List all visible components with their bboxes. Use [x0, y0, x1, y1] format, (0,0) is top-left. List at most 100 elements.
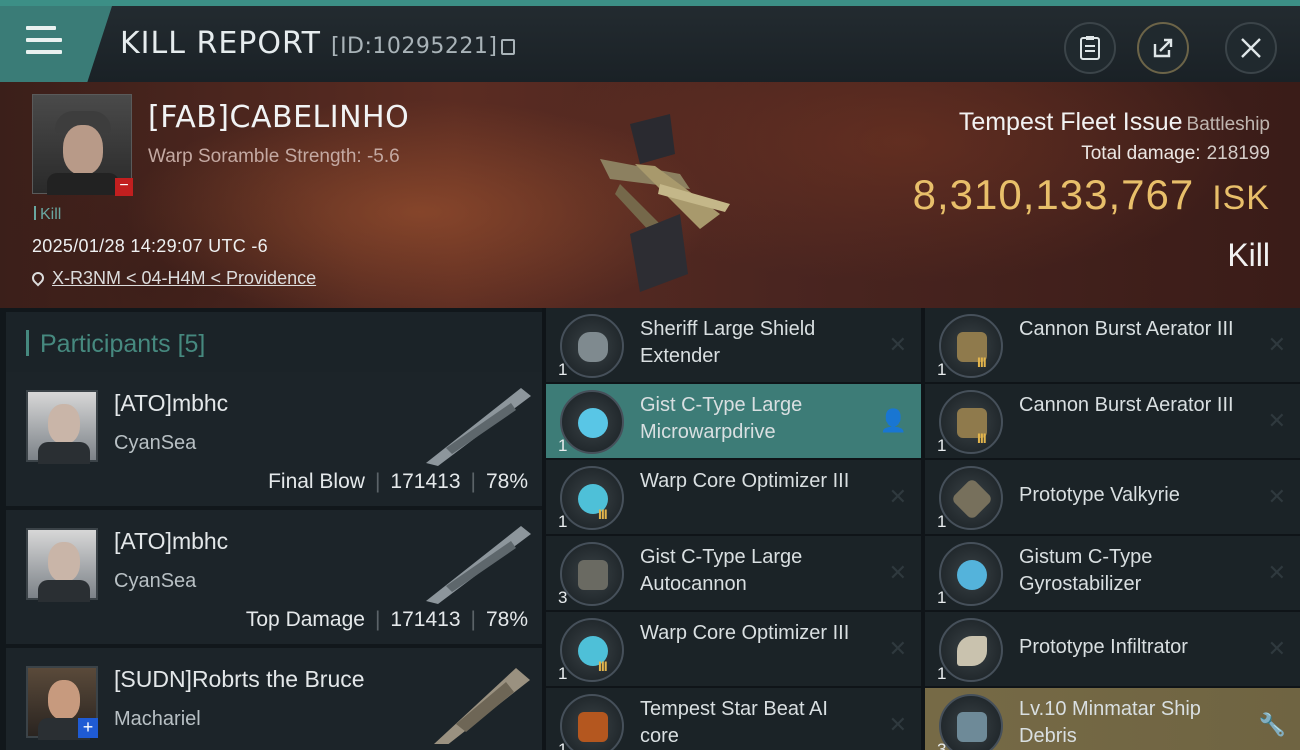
participant-name: [SUDN]Robrts the Bruce	[114, 666, 365, 692]
tech-level: III	[977, 354, 987, 370]
tech-level: III	[598, 658, 608, 674]
clipboard-icon	[1080, 36, 1100, 60]
isk-value: 8,310,133,767 ISK	[912, 171, 1270, 218]
ship-debris-icon	[939, 694, 1003, 750]
participant-row[interactable]: [ATO]mbhc CyanSea Final Blow | 171413 | 78%	[6, 372, 542, 506]
location-pin-icon	[29, 269, 47, 287]
item-row[interactable]: 3 Gist C-Type Large Autocannon ✕	[546, 536, 921, 610]
avatar[interactable]	[26, 390, 98, 464]
item-name: Tempest Star Beat AI core	[640, 698, 828, 747]
item-name: Prototype Valkyrie	[1019, 484, 1180, 506]
autocannon-icon	[560, 542, 624, 606]
ship-summary: Tempest Fleet Issue Battleship Total dama…	[913, 108, 1270, 274]
item-row[interactable]: 1 III Cannon Burst Aerator III ✕	[925, 384, 1300, 458]
cannon-aerator-icon	[939, 390, 1003, 454]
item-quantity: 3	[937, 740, 947, 750]
item-row[interactable]: 1 Tempest Star Beat AI core ✕	[546, 688, 921, 750]
kill-timestamp: 2025/01/28 14:29:07 UTC -6	[32, 236, 268, 256]
item-name: Sheriff Large Shield Extender	[640, 318, 816, 367]
victim-subtitle: Warp Soramble Strength: -5.6	[148, 146, 400, 167]
item-row[interactable]: 3 Lv.10 Minmatar Ship Debris 🔧	[925, 688, 1300, 750]
ally-badge: +	[78, 718, 98, 738]
item-name: Prototype Infiltrator	[1019, 636, 1188, 658]
destroyed-icon: ✕	[1267, 484, 1286, 509]
hostile-badge: −	[115, 178, 133, 196]
wrench-icon[interactable]: 🔧	[1259, 712, 1286, 738]
item-quantity: 1	[558, 436, 568, 455]
destroyed-icon: ✕	[1267, 408, 1286, 433]
kill-tag: Kill	[34, 206, 61, 224]
participants-panel: Participants [5] [ATO]mbhc CyanSea Final…	[0, 308, 542, 750]
participant-stats: Final Blow | 171413 | 78%	[268, 470, 528, 493]
close-button[interactable]	[1225, 22, 1277, 74]
drone-icon	[939, 466, 1003, 530]
page-title: KILL REPORT [ID:10295221]	[120, 26, 516, 61]
item-quantity: 1	[937, 588, 947, 607]
header-bar: KILL REPORT [ID:10295221]	[0, 0, 1300, 82]
share-button[interactable]	[1137, 22, 1189, 74]
item-row[interactable]: 1 Gist C-Type Large Microwarpdrive 👤	[546, 384, 921, 458]
destroyed-icon: ✕	[1267, 636, 1286, 661]
participant-name: [ATO]mbhc	[114, 390, 229, 416]
person-icon: 👤	[879, 408, 907, 433]
destroyed-icon: ✕	[1267, 560, 1286, 585]
item-name: Gist C-Type Large Autocannon	[640, 546, 803, 595]
item-name: Gistum C-Type Gyrostabilizer	[1019, 546, 1153, 595]
item-row[interactable]: 1 III Warp Core Optimizer III ✕	[546, 460, 921, 534]
participant-row[interactable]: + [SUDN]Robrts the Bruce Machariel	[6, 648, 542, 750]
participant-row[interactable]: [ATO]mbhc CyanSea Top Damage | 171413 | 78%	[6, 510, 542, 644]
menu-icon	[26, 26, 62, 54]
item-name: Warp Core Optimizer III	[640, 470, 850, 492]
item-name: Cannon Burst Aerator III	[1019, 394, 1234, 416]
close-icon	[1241, 38, 1261, 58]
menu-button[interactable]	[0, 6, 112, 82]
destroyed-icon: ✕	[888, 636, 907, 661]
destroyed-icon: ✕	[888, 332, 907, 357]
item-quantity: 1	[558, 360, 568, 379]
item-name: Cannon Burst Aerator III	[1019, 318, 1234, 340]
ship-icon	[426, 388, 531, 466]
participant-name: [ATO]mbhc	[114, 528, 229, 554]
item-grid: 1 Sheriff Large Shield Extender ✕ 1 Gist…	[546, 308, 1300, 750]
gyrostabilizer-icon	[939, 542, 1003, 606]
participants-header[interactable]: Participants [5]	[6, 312, 542, 372]
tech-level: III	[977, 430, 987, 446]
participants-count: [5]	[177, 330, 206, 358]
item-name: Lv.10 Minmatar Ship Debris	[1019, 698, 1201, 747]
destroyed-icon: ✕	[888, 560, 907, 585]
cannon-aerator-icon	[939, 314, 1003, 378]
item-quantity: 1	[937, 664, 947, 683]
victim-name[interactable]: [FAB]CABELINHO	[148, 100, 409, 135]
warp-core-icon	[560, 618, 624, 682]
item-row[interactable]: 1 III Cannon Burst Aerator III ✕	[925, 308, 1300, 382]
ship-icon	[434, 668, 530, 744]
destroyed-icon: ✕	[888, 712, 907, 737]
item-row[interactable]: 1 Sheriff Large Shield Extender ✕	[546, 308, 921, 382]
location-text: X-R3NM < 04-H4M < Providence	[52, 268, 317, 288]
location-link[interactable]: X-R3NM < 04-H4M < Providence	[29, 268, 317, 289]
warp-core-icon	[560, 466, 624, 530]
microwarpdrive-icon	[560, 390, 624, 454]
victim-banner: − [FAB]CABELINHO Warp Soramble Strength:…	[0, 82, 1300, 308]
clipboard-button[interactable]	[1064, 22, 1116, 74]
total-damage: Total damage: 218199	[1081, 143, 1270, 164]
item-quantity: 1	[558, 664, 568, 683]
copy-icon[interactable]	[501, 39, 516, 55]
item-quantity: 1	[937, 436, 947, 455]
participant-ship: Machariel	[114, 708, 201, 730]
item-row[interactable]: 1 Prototype Valkyrie ✕	[925, 460, 1300, 534]
title-text: KILL REPORT	[120, 26, 321, 61]
item-row[interactable]: 1 Gistum C-Type Gyrostabilizer ✕	[925, 536, 1300, 610]
ship-name[interactable]: Tempest Fleet Issue Battleship	[913, 108, 1270, 137]
tech-level: III	[598, 506, 608, 522]
ship-icon	[426, 526, 531, 604]
item-row[interactable]: 1 III Warp Core Optimizer III ✕	[546, 612, 921, 686]
drone-icon	[939, 618, 1003, 682]
ship-image	[600, 114, 730, 292]
ai-core-icon	[560, 694, 624, 750]
item-row[interactable]: 1 Prototype Infiltrator ✕	[925, 612, 1300, 686]
participant-stats: Top Damage | 171413 | 78%	[245, 608, 528, 631]
item-name: Gist C-Type Large Microwarpdrive	[640, 394, 803, 443]
item-quantity: 1	[937, 512, 947, 531]
avatar[interactable]	[26, 528, 98, 602]
